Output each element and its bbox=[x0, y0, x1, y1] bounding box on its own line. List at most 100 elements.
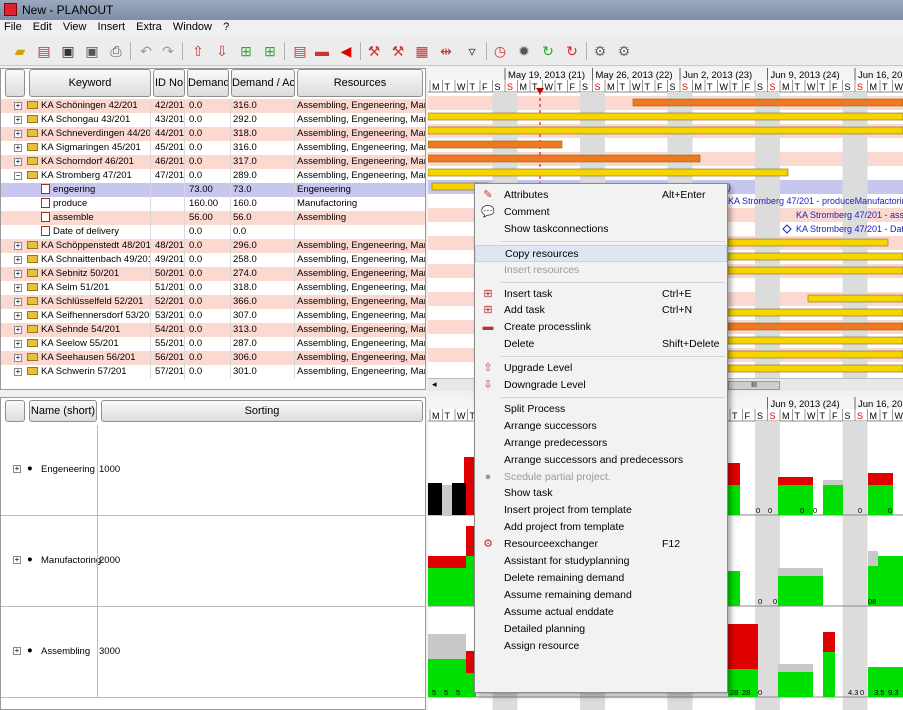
menu-item-arrange-successors[interactable]: Arrange successors bbox=[475, 418, 727, 435]
expand-icon[interactable]: + bbox=[13, 556, 21, 564]
menu-file[interactable]: File bbox=[0, 20, 26, 34]
task-row[interactable]: engeering 73.00 73.0 Engeneering bbox=[1, 183, 425, 197]
menu-item-attributes[interactable]: ✎ Attributes Alt+Enter bbox=[475, 187, 727, 204]
clock-icon[interactable]: ◷ bbox=[490, 41, 510, 61]
scroll-thumb[interactable]: III bbox=[728, 381, 780, 390]
expand-icon[interactable]: + bbox=[14, 312, 22, 320]
resource-select-all[interactable] bbox=[5, 400, 25, 422]
expand-icon[interactable]: + bbox=[14, 354, 22, 362]
menu-extra[interactable]: Extra bbox=[132, 20, 166, 34]
project-row[interactable]: + KA Seelow 55/201 55/201 0.0 287.0 Assemblin… bbox=[1, 337, 425, 351]
column-demand-actual[interactable]: Demand / Ac... bbox=[231, 69, 295, 97]
expand-icon[interactable]: + bbox=[13, 465, 21, 473]
menu-item-add-project-from-template[interactable]: Add project from template bbox=[475, 519, 727, 536]
expand-icon[interactable]: + bbox=[14, 284, 22, 292]
column-sorting[interactable]: Sorting bbox=[101, 400, 423, 422]
columns-icon[interactable]: ⇹ bbox=[436, 41, 456, 61]
refresh-icon[interactable]: ↻ bbox=[538, 41, 558, 61]
menu-item-downgrade-level[interactable]: ⇩ Downgrade Level bbox=[475, 377, 727, 394]
expand-icon[interactable]: + bbox=[14, 368, 22, 376]
column-demand[interactable]: Demand bbox=[187, 69, 229, 97]
menu-item-arrange-predecessors[interactable]: Arrange predecessors bbox=[475, 435, 727, 452]
column-keyword[interactable]: Keyword bbox=[29, 69, 151, 97]
project-row[interactable]: + KA Sigmaringen 45/201 45/201 0.0 316.0 Asse… bbox=[1, 141, 425, 155]
add-task-icon[interactable]: ⊞ bbox=[260, 41, 280, 61]
resource-row[interactable]: + ● Manufactoring 2000 bbox=[1, 516, 425, 607]
menu-item-assume-remaining-demand[interactable]: Assume remaining demand bbox=[475, 587, 727, 604]
expand-icon[interactable]: + bbox=[14, 340, 22, 348]
expand-icon[interactable]: + bbox=[14, 158, 22, 166]
menu-item-delete[interactable]: Delete Shift+Delete bbox=[475, 336, 727, 353]
menu-item-add-task[interactable]: ⊞ Add task Ctrl+N bbox=[475, 302, 727, 319]
project-row[interactable]: − KA Stromberg 47/201 47/201 0.0 289.0 Assemb… bbox=[1, 169, 425, 183]
menu-edit[interactable]: Edit bbox=[29, 20, 56, 34]
menu-item-comment[interactable]: 💬 Comment bbox=[475, 204, 727, 221]
column-name-short[interactable]: Name (short) bbox=[29, 400, 97, 422]
downgrade-icon[interactable]: ⇩ bbox=[212, 41, 232, 61]
print-icon[interactable]: ⎙ bbox=[106, 41, 126, 61]
project-row[interactable]: + KA Schnaittenbach 49/201 49/201 0.0 258.0 A… bbox=[1, 253, 425, 267]
menu-item-create-processlink[interactable]: ▬ Create processlink bbox=[475, 319, 727, 336]
project-row[interactable]: + KA Schöningen 42/201 42/201 0.0 316.0 Assem… bbox=[1, 99, 425, 113]
project-row[interactable]: + KA Seifhennersdorf 53/201 53/201 0.0 307.0… bbox=[1, 309, 425, 323]
reset-icon[interactable]: ↻ bbox=[562, 41, 582, 61]
attributes-icon[interactable]: ▤ bbox=[290, 41, 310, 61]
menu-item-insert-task[interactable]: ⊞ Insert task Ctrl+E bbox=[475, 286, 727, 303]
new-icon[interactable]: ▤ bbox=[34, 41, 54, 61]
upgrade-icon[interactable]: ⇧ bbox=[188, 41, 208, 61]
arrow-left-icon[interactable]: ◀ bbox=[336, 41, 356, 61]
expand-icon[interactable]: + bbox=[14, 298, 22, 306]
project-row[interactable]: + KA Sehnde 54/201 54/201 0.0 313.0 Assemblin… bbox=[1, 323, 425, 337]
expand-icon[interactable]: + bbox=[14, 326, 22, 334]
redo-icon[interactable]: ↷ bbox=[158, 41, 178, 61]
menu-item-insert-project-from-template[interactable]: Insert project from template bbox=[475, 502, 727, 519]
collapse-icon[interactable]: − bbox=[14, 172, 22, 180]
menu-view[interactable]: View bbox=[59, 20, 91, 34]
open-icon[interactable]: ▰ bbox=[10, 41, 30, 61]
project-row[interactable]: + KA Schorndorf 46/201 46/201 0.0 317.0 Assem… bbox=[1, 155, 425, 169]
undo-icon[interactable]: ↶ bbox=[136, 41, 156, 61]
resource-row[interactable]: + ● Engeneering 1000 bbox=[1, 425, 425, 516]
project-row[interactable]: + KA Sebnitz 50/201 50/201 0.0 274.0 Assembli… bbox=[1, 267, 425, 281]
menu-window[interactable]: Window bbox=[169, 20, 216, 34]
project-row[interactable]: + KA Selm 51/201 51/201 0.0 318.0 Assembling,… bbox=[1, 281, 425, 295]
link-icon[interactable]: ▬ bbox=[312, 41, 332, 61]
menu-help[interactable]: ? bbox=[219, 20, 233, 34]
project-row[interactable]: + KA Seehausen 56/201 56/201 0.0 306.0 Assemb… bbox=[1, 351, 425, 365]
save-icon[interactable]: ▣ bbox=[58, 41, 78, 61]
table-icon[interactable]: ▦ bbox=[412, 41, 432, 61]
menu-item-copy-resources[interactable]: Copy resources bbox=[475, 244, 727, 262]
menu-insert[interactable]: Insert bbox=[94, 20, 130, 34]
select-all-header[interactable] bbox=[5, 69, 25, 97]
insert-task-icon[interactable]: ⊞ bbox=[236, 41, 256, 61]
project-row[interactable]: + KA Schlüsselfeld 52/201 52/201 0.0 366.0 As… bbox=[1, 295, 425, 309]
chart-icon[interactable]: ⚒ bbox=[364, 41, 384, 61]
expand-icon[interactable]: + bbox=[14, 256, 22, 264]
project-row[interactable]: + KA Schöppenstedt 48/201 48/201 0.0 296.0 As… bbox=[1, 239, 425, 253]
save-as-icon[interactable]: ▣ bbox=[82, 41, 102, 61]
column-resources[interactable]: Resources bbox=[297, 69, 423, 97]
expand-icon[interactable]: + bbox=[14, 270, 22, 278]
task-row[interactable]: Date of delivery 0.0 0.0 bbox=[1, 225, 425, 239]
menu-item-assume-actual-enddate[interactable]: Assume actual enddate bbox=[475, 604, 727, 621]
resource-row[interactable]: + ● Assembling 3000 bbox=[1, 607, 425, 698]
filter-icon[interactable]: ▿ bbox=[462, 41, 482, 61]
menu-item-delete-remaining-demand[interactable]: Delete remaining demand bbox=[475, 570, 727, 587]
menu-item-show-taskconnections[interactable]: Show taskconnections bbox=[475, 221, 727, 238]
scroll-left-icon[interactable]: ◂ bbox=[432, 379, 437, 390]
project-row[interactable]: + KA Schongau 43/201 43/201 0.0 292.0 Assembl… bbox=[1, 113, 425, 127]
settings-icon[interactable]: ⚙ bbox=[590, 41, 610, 61]
expand-icon[interactable]: + bbox=[14, 144, 22, 152]
project-row[interactable]: + KA Schneverdingen 44/201 44/201 0.0 318.0 A… bbox=[1, 127, 425, 141]
project-row[interactable]: + KA Schwerin 57/201 57/201 0.0 301.0 Assembl… bbox=[1, 365, 425, 379]
chart-delete-icon[interactable]: ⚒ bbox=[388, 41, 408, 61]
menu-item-assign-resource[interactable]: Assign resource bbox=[475, 638, 727, 655]
task-row[interactable]: produce 160.00 160.0 Manufactoring bbox=[1, 197, 425, 211]
menu-item-detailed-planning[interactable]: Detailed planning bbox=[475, 621, 727, 638]
task-row[interactable]: assemble 56.00 56.0 Assembling bbox=[1, 211, 425, 225]
menu-item-show-task[interactable]: Show task bbox=[475, 485, 727, 502]
column-id[interactable]: ID No bbox=[153, 69, 185, 97]
menu-item-arrange-successors-and-predecessors[interactable]: Arrange successors and predecessors bbox=[475, 452, 727, 469]
menu-item-upgrade-level[interactable]: ⇧ Upgrade Level bbox=[475, 360, 727, 377]
expand-icon[interactable]: + bbox=[14, 116, 22, 124]
